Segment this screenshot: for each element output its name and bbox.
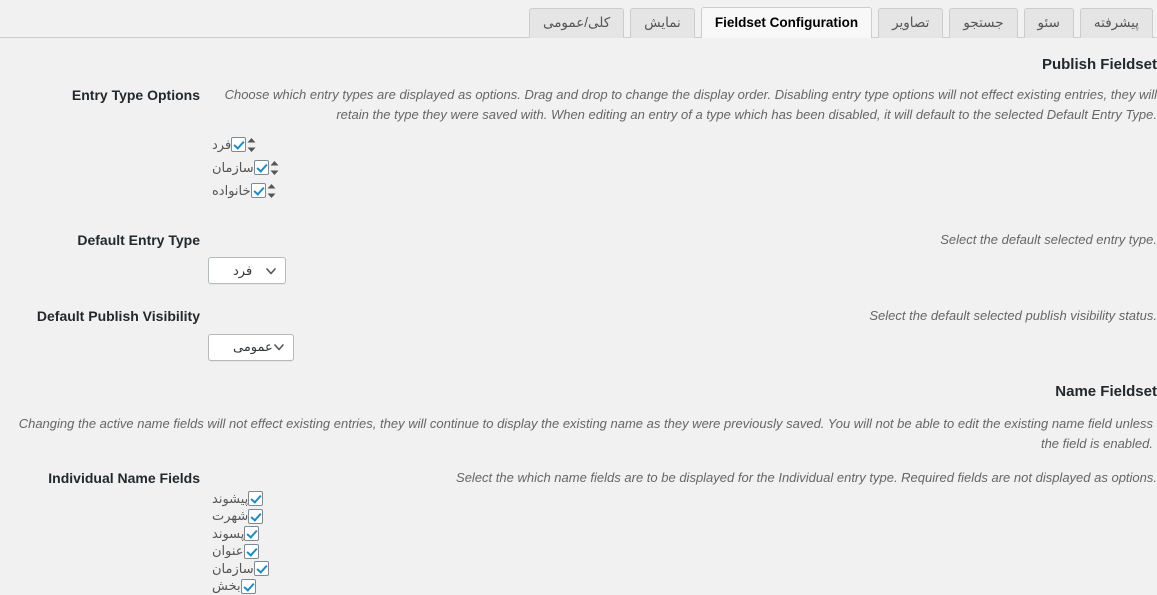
- entry-type-options-body: Choose which entry types are displayed a…: [200, 85, 1157, 202]
- list-item-label: پیشوند: [212, 490, 249, 506]
- list-item[interactable]: عنوان: [204, 542, 1157, 560]
- default-publish-visibility-select-wrap: عمومی: [204, 333, 1157, 361]
- default-publish-visibility-description: Select the default selected publish visi…: [869, 308, 1157, 324]
- individual-name-fields-list: پیشوند شهرت پسوند عنوان سازمان بخش: [204, 490, 1157, 595]
- chevron-down-icon: [273, 341, 285, 353]
- list-item[interactable]: سازمان: [204, 560, 1157, 578]
- checkbox-entry-type-1[interactable]: [253, 160, 269, 176]
- entry-type-options-list: فرد سازمان خانواده: [204, 133, 1157, 202]
- list-item-label: سازمان: [212, 560, 254, 576]
- checkbox-entry-type-0[interactable]: [231, 137, 247, 153]
- list-item[interactable]: فرد: [204, 133, 1157, 156]
- row-default-entry-type: Select the default selected entry type. …: [0, 230, 1157, 285]
- select-default-entry-type-value: فرد: [233, 262, 253, 278]
- sort-updown-icon[interactable]: [246, 137, 257, 153]
- tab-general[interactable]: کلی/عمومی: [528, 8, 625, 38]
- list-item-label: شهرت: [212, 508, 249, 524]
- sort-updown-icon[interactable]: [269, 160, 280, 176]
- list-item-label: سازمان: [212, 159, 254, 175]
- select-default-publish-visibility-value: عمومی: [233, 339, 273, 355]
- default-entry-type-description: Select the default selected entry type.: [940, 232, 1157, 248]
- row-entry-type-options: Choose which entry types are displayed a…: [0, 85, 1157, 202]
- list-item[interactable]: پسوند: [204, 525, 1157, 543]
- list-item[interactable]: سازمان: [204, 156, 1157, 179]
- row-individual-name-fields: Select the which name fields are to be d…: [0, 468, 1157, 595]
- label-default-publish-visibility: Default Publish Visibility: [36, 308, 200, 325]
- checkbox-name-field-2[interactable]: [244, 526, 260, 542]
- list-item-label: عنوان: [212, 543, 244, 559]
- checkbox-name-field-3[interactable]: [243, 543, 259, 559]
- checkbox-entry-type-2[interactable]: [250, 183, 266, 199]
- tab-advanced[interactable]: پیشرفته: [1079, 8, 1153, 38]
- individual-name-fields-body: Select the which name fields are to be d…: [200, 468, 1157, 595]
- section-heading-name-fieldset: Name Fieldset: [1055, 382, 1157, 400]
- label-entry-type-options: Entry Type Options: [71, 87, 200, 103]
- list-item[interactable]: شهرت: [204, 507, 1157, 525]
- row-default-publish-visibility: Select the default selected publish visi…: [0, 306, 1157, 361]
- list-item-label: خانواده: [212, 182, 251, 198]
- tab-seo[interactable]: سئو: [1023, 8, 1074, 38]
- tab-search[interactable]: جستجو: [949, 8, 1018, 38]
- select-default-publish-visibility[interactable]: عمومی: [208, 333, 294, 361]
- list-item-label: فرد: [212, 136, 232, 152]
- default-entry-type-select-wrap: فرد: [204, 257, 1157, 285]
- name-fieldset-description: Changing the active name fields will not…: [18, 415, 1153, 451]
- sort-updown-icon[interactable]: [266, 183, 277, 199]
- list-item[interactable]: خانواده: [204, 179, 1157, 202]
- individual-name-fields-description: Select the which name fields are to be d…: [456, 469, 1157, 485]
- tab-bar: پیشرفته سئو جستجو تصاویر Fieldset Config…: [0, 0, 1157, 38]
- label-individual-name-fields: Individual Name Fields: [48, 469, 200, 486]
- tab-display[interactable]: نمایش: [630, 8, 695, 38]
- select-default-entry-type[interactable]: فرد: [208, 257, 286, 285]
- chevron-down-icon: [265, 265, 277, 277]
- list-item[interactable]: پیشوند: [204, 490, 1157, 508]
- default-entry-type-body: Select the default selected entry type. …: [200, 230, 1157, 285]
- checkbox-name-field-4[interactable]: [253, 561, 269, 577]
- list-item-label: پسوند: [212, 525, 245, 541]
- checkbox-name-field-0[interactable]: [248, 491, 264, 507]
- tab-images[interactable]: تصاویر: [878, 8, 944, 38]
- settings-content: Publish Fieldset Choose which entry type…: [0, 56, 1157, 595]
- checkbox-name-field-1[interactable]: [248, 508, 264, 524]
- section-heading-publish-fieldset: Publish Fieldset: [1041, 56, 1157, 73]
- list-item-label: بخش: [212, 578, 241, 594]
- default-publish-visibility-body: Select the default selected publish visi…: [200, 306, 1157, 361]
- label-default-entry-type: Default Entry Type: [77, 232, 200, 249]
- entry-type-options-description: Choose which entry types are displayed a…: [224, 87, 1157, 123]
- tab-fieldset-configuration[interactable]: Fieldset Configuration: [700, 7, 873, 38]
- checkbox-name-field-5[interactable]: [240, 578, 256, 594]
- list-item[interactable]: بخش: [204, 577, 1157, 595]
